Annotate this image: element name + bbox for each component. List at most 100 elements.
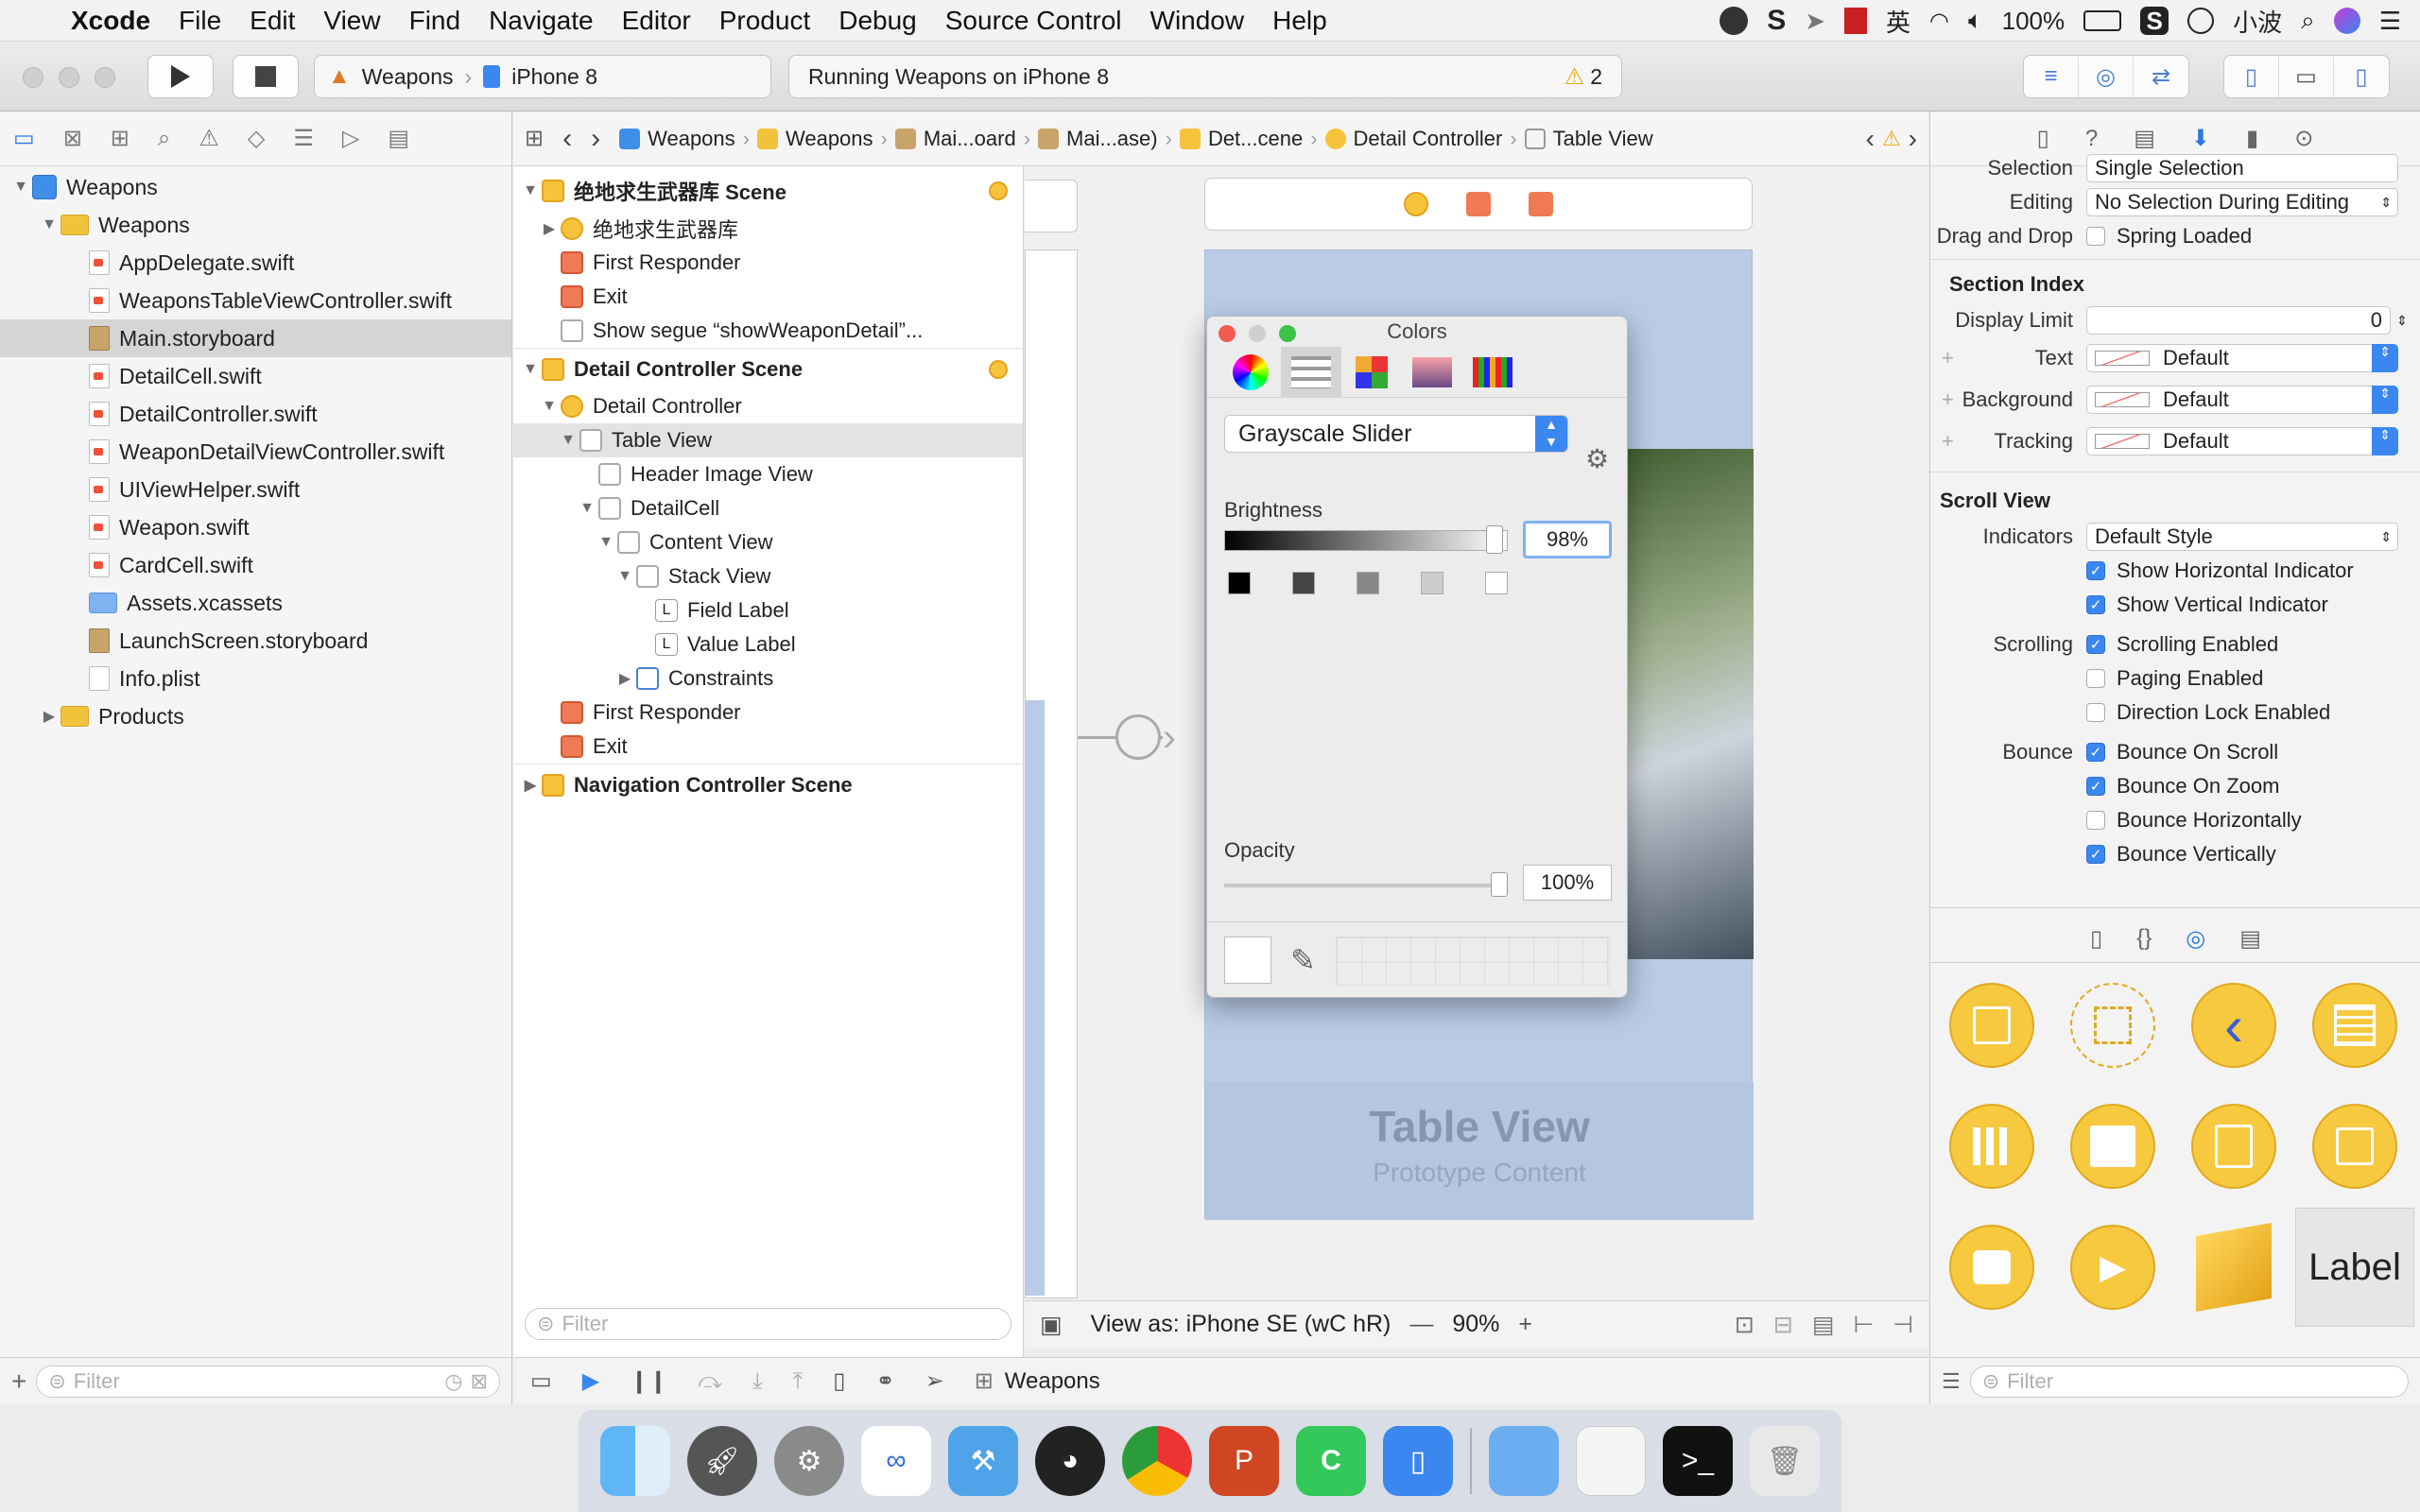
glkit-view-controller-object[interactable] bbox=[1932, 1208, 2051, 1327]
view-debugger-icon[interactable]: ▯ bbox=[833, 1367, 845, 1395]
slider-mode-select[interactable]: Grayscale Slider ▲ ▼ bbox=[1224, 415, 1568, 453]
outline-row[interactable]: Header Image View bbox=[513, 457, 1023, 491]
editing-select[interactable]: No Selection During Editing ⇕ bbox=[2086, 188, 2398, 216]
disclosure-triangle-icon[interactable]: ▼ bbox=[557, 432, 579, 449]
color-sliders-tab[interactable] bbox=[1281, 346, 1341, 398]
finder-icon[interactable] bbox=[600, 1426, 670, 1496]
view-as-label[interactable]: View as: iPhone SE (wC hR) bbox=[1091, 1311, 1392, 1338]
navigator-filter-input[interactable]: ⊜ Filter ◷ ⊠ bbox=[36, 1365, 500, 1398]
disclosure-triangle-icon[interactable]: ▶ bbox=[538, 219, 561, 238]
identity-inspector-icon[interactable]: ▤ bbox=[2134, 125, 2155, 152]
stepper-icon[interactable]: ⇕ bbox=[2396, 313, 2408, 329]
baidu-netdisk-icon[interactable]: ∞ bbox=[861, 1426, 931, 1496]
embed-in-stack-icon[interactable]: ⊟ bbox=[1773, 1311, 1793, 1339]
outline-row[interactable]: L Field Label bbox=[513, 593, 1023, 627]
file-tree-row[interactable]: Assets.xcassets bbox=[0, 584, 511, 622]
next-issue-icon[interactable]: › bbox=[1909, 124, 1917, 154]
siri-icon[interactable] bbox=[2333, 8, 2360, 34]
folder-icon[interactable]: ▭ bbox=[13, 125, 35, 152]
step-into-icon[interactable]: ⤓ bbox=[752, 1368, 763, 1395]
symbol-icon[interactable]: ⊞ bbox=[111, 125, 130, 152]
outline-row[interactable]: Exit bbox=[513, 730, 1023, 764]
previous-scene[interactable] bbox=[1025, 249, 1078, 1298]
zoom-panel-button[interactable] bbox=[1279, 325, 1296, 342]
version-editor-icon[interactable]: ⇄ bbox=[2134, 56, 2188, 97]
inspector-toggle-icon[interactable]: ▯ bbox=[2334, 56, 2389, 97]
disclosure-triangle-icon[interactable]: ▶ bbox=[519, 776, 542, 795]
back-icon[interactable]: ‹ bbox=[562, 123, 572, 155]
outline-row[interactable]: First Responder bbox=[513, 696, 1023, 730]
outline-row[interactable]: ▼ Content View bbox=[513, 525, 1023, 559]
file-tree-row[interactable]: WeaponDetailViewController.swift bbox=[0, 433, 511, 471]
file-tree-row[interactable]: ▶ Products bbox=[0, 697, 511, 735]
stack-icon[interactable]: ▤ bbox=[1812, 1311, 1835, 1339]
background-color-select[interactable]: Default ⇕ bbox=[2086, 386, 2398, 414]
storyboard-canvas[interactable]: › Table View Prototype Content Colors Gr… bbox=[1025, 166, 1928, 1348]
evernote-icon[interactable] bbox=[1720, 7, 1749, 35]
xcode-icon[interactable]: ⚒ bbox=[948, 1426, 1018, 1496]
close-window-button[interactable] bbox=[23, 67, 43, 88]
color-palettes-tab[interactable] bbox=[1341, 347, 1402, 398]
clion-icon[interactable]: C bbox=[1296, 1426, 1366, 1496]
clock-icon[interactable] bbox=[2187, 8, 2215, 34]
disclosure-triangle-icon[interactable]: ▼ bbox=[9, 179, 32, 196]
forward-icon[interactable]: › bbox=[591, 123, 600, 155]
size-inspector-icon[interactable]: ▮ bbox=[2246, 125, 2258, 152]
chrome-icon[interactable] bbox=[1122, 1426, 1192, 1496]
disclosure-triangle-icon[interactable]: ▼ bbox=[538, 398, 561, 415]
avkit-player-object[interactable]: ▶ bbox=[2053, 1208, 2172, 1327]
outline-row[interactable]: ▼ Detail Controller bbox=[513, 389, 1023, 423]
source-control-icon[interactable]: ⊠ bbox=[63, 125, 82, 152]
file-tree-row[interactable]: Weapon.swift bbox=[0, 508, 511, 546]
input-method-label[interactable]: 英 bbox=[1886, 4, 1910, 39]
outline-row[interactable]: ▶ 绝地求生武器库 bbox=[513, 212, 1023, 246]
opacity-slider[interactable] bbox=[1224, 872, 1508, 897]
page-view-controller-object[interactable] bbox=[2295, 1087, 2414, 1206]
menu-app[interactable]: Xcode bbox=[57, 6, 164, 36]
menu-editor[interactable]: Editor bbox=[608, 6, 705, 36]
zoom-in-button[interactable]: + bbox=[1518, 1311, 1532, 1338]
indicators-select[interactable]: Default Style ⇕ bbox=[2086, 523, 2398, 551]
list-view-icon[interactable]: ☰ bbox=[1942, 1369, 1961, 1394]
file-template-icon[interactable]: ▯ bbox=[2090, 925, 2102, 953]
zoom-out-button[interactable]: — bbox=[1409, 1311, 1433, 1338]
current-color-well[interactable] bbox=[1224, 936, 1271, 984]
file-inspector-icon[interactable]: ▯ bbox=[2037, 125, 2049, 152]
connections-inspector-icon[interactable]: ⊙ bbox=[2294, 125, 2313, 152]
outline-toggle-icon[interactable]: ▣ bbox=[1040, 1311, 1063, 1339]
battery-icon[interactable] bbox=[2083, 10, 2122, 31]
crumb-scene[interactable]: Det...cene bbox=[1179, 127, 1303, 151]
file-tree-row[interactable]: CardCell.swift bbox=[0, 546, 511, 584]
outline-row[interactable]: ▶ Constraints bbox=[513, 662, 1023, 696]
terminal-icon[interactable]: >_ bbox=[1663, 1426, 1733, 1496]
file-tree-row[interactable]: ▼ Weapons bbox=[0, 206, 511, 244]
color-swatch-grid[interactable] bbox=[1336, 936, 1610, 986]
crumb-project[interactable]: Weapons bbox=[619, 127, 735, 151]
issue-icon[interactable]: ⚠ bbox=[199, 125, 219, 152]
media-library-icon[interactable]: ▤ bbox=[2239, 925, 2261, 953]
quick-help-icon[interactable]: ? bbox=[2085, 126, 2098, 152]
hide-debug-area-icon[interactable]: ▭ bbox=[530, 1367, 552, 1395]
storyboard-reference-object[interactable] bbox=[2053, 966, 2172, 1085]
tracking-color-select[interactable]: Default ⇕ bbox=[2086, 427, 2398, 455]
menu-window[interactable]: Window bbox=[1136, 6, 1259, 36]
object-library-icon[interactable]: ◎ bbox=[2186, 925, 2205, 953]
powerpoint-icon[interactable]: P bbox=[1209, 1426, 1279, 1496]
spotlight-icon[interactable]: ⌕ bbox=[2301, 6, 2315, 36]
disclosure-triangle-icon[interactable]: ▼ bbox=[614, 568, 636, 585]
add-variation-icon[interactable]: + bbox=[1942, 387, 1954, 412]
crumb-storyboard[interactable]: Mai...oard bbox=[894, 127, 1016, 151]
selection-select[interactable]: Single Selection bbox=[2086, 154, 2398, 182]
zoom-window-button[interactable] bbox=[95, 67, 115, 88]
gray-swatch[interactable] bbox=[1485, 572, 1508, 594]
trash-icon[interactable]: 🗑︎ bbox=[1750, 1426, 1820, 1496]
attributes-inspector-icon[interactable]: ⬇ bbox=[2191, 125, 2210, 152]
breakpoints-toggle-icon[interactable]: ▶ bbox=[582, 1367, 599, 1395]
memory-graph-icon[interactable]: ⚭ bbox=[875, 1367, 894, 1395]
pin-icon[interactable]: ⊣ bbox=[1893, 1311, 1913, 1339]
image-palettes-tab[interactable] bbox=[1402, 347, 1462, 398]
crumb-controller[interactable]: Detail Controller bbox=[1324, 127, 1502, 151]
gray-swatch[interactable] bbox=[1357, 572, 1379, 594]
minimize-panel-button[interactable] bbox=[1249, 325, 1266, 342]
crumb-base[interactable]: Mai...ase) bbox=[1038, 127, 1158, 151]
